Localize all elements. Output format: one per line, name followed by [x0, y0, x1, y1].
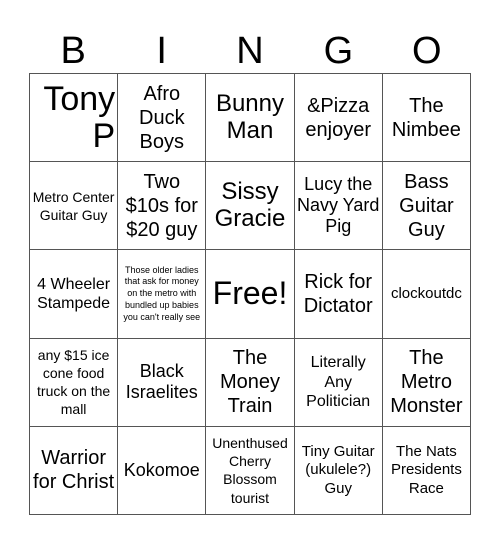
bingo-cell[interactable]: Sissy Gracie	[206, 162, 295, 251]
cell-text: Warrior for Christ	[33, 447, 115, 494]
cell-text: clockoutdc	[390, 284, 462, 302]
bingo-cell[interactable]: any $15 ice cone food truck on the mall	[30, 338, 119, 427]
cell-text: &Pizza enjoyer	[305, 94, 371, 141]
bingo-cell[interactable]: The Nimbee	[382, 74, 471, 163]
cell-text: Kokomoe	[123, 459, 200, 480]
bingo-cell[interactable]: Those older ladies that ask for money on…	[118, 250, 207, 339]
cell-text: 4 Wheeler Stampede	[37, 275, 111, 312]
bingo-cell[interactable]: Black Israelites	[118, 338, 207, 427]
cell-text: Sissy Gracie	[214, 177, 286, 232]
bingo-cell[interactable]: Afro Duck Boys	[118, 74, 207, 163]
bingo-cell[interactable]: Rick for Dictator	[294, 250, 383, 339]
cell-text: Bass Guitar Guy	[399, 170, 454, 241]
bingo-cell[interactable]: 4 Wheeler Stampede	[30, 250, 119, 339]
header-letter-n: N	[236, 30, 264, 72]
cell-text: Two $10s for $20 guy	[125, 170, 198, 241]
bingo-cell[interactable]: The Nats Presidents Race	[382, 426, 471, 515]
header-letter-o: O	[412, 30, 442, 72]
cell-text: The Metro Monster	[390, 347, 463, 418]
cell-text: Metro Center Guitar Guy	[32, 188, 115, 223]
cell-text: Bunny Man	[215, 89, 285, 144]
cell-text: Tony P	[43, 79, 116, 155]
cell-text: The Nats Presidents Race	[390, 442, 462, 497]
bingo-cell[interactable]: clockoutdc	[382, 250, 471, 339]
bingo-cell[interactable]: Bunny Man	[206, 74, 295, 163]
bingo-cell[interactable]: The Metro Monster	[382, 338, 471, 427]
bingo-cell[interactable]: Literally Any Politician	[294, 338, 383, 427]
cell-text: Free!	[212, 275, 288, 312]
header-letter-g: G	[323, 30, 354, 72]
bingo-cell[interactable]: Lucy the Navy Yard Pig	[294, 162, 383, 251]
bingo-board: Tony P Afro Duck Boys Bunny Man &Pizza e…	[29, 73, 471, 515]
bingo-cell[interactable]: Metro Center Guitar Guy	[30, 162, 119, 251]
bingo-header: B I N G O	[29, 28, 471, 74]
header-letter-i: I	[156, 30, 167, 72]
cell-text: Literally Any Politician	[306, 354, 371, 410]
cell-text: Rick for Dictator	[303, 270, 373, 317]
bingo-cell[interactable]: Bass Guitar Guy	[382, 162, 471, 251]
cell-text: The Nimbee	[391, 94, 461, 141]
bingo-cell[interactable]: Warrior for Christ	[30, 426, 119, 515]
cell-text: Afro Duck Boys	[139, 82, 185, 153]
bingo-cell[interactable]: Unenthused Cherry Blossom tourist	[206, 426, 295, 515]
header-letter-b: B	[60, 30, 86, 72]
bingo-cell[interactable]: Two $10s for $20 guy	[118, 162, 207, 251]
cell-text: Lucy the Navy Yard Pig	[297, 173, 380, 237]
bingo-cell[interactable]: Tiny Guitar (ukulele?) Guy	[294, 426, 383, 515]
cell-text: any $15 ice cone food truck on the mall	[37, 346, 111, 418]
cell-text: Unenthused Cherry Blossom tourist	[212, 435, 288, 506]
bingo-cell[interactable]: Tony P	[30, 74, 119, 163]
bingo-cell[interactable]: Kokomoe	[118, 426, 207, 515]
cell-text: The Money Train	[219, 347, 280, 418]
cell-text: Tiny Guitar (ukulele?) Guy	[301, 442, 375, 497]
bingo-cell[interactable]: The Money Train	[206, 338, 295, 427]
free-space-cell[interactable]: Free!	[206, 250, 295, 339]
bingo-cell[interactable]: &Pizza enjoyer	[294, 74, 383, 163]
cell-text: Those older ladies that ask for money on…	[123, 264, 201, 322]
cell-text: Black Israelites	[125, 360, 198, 403]
